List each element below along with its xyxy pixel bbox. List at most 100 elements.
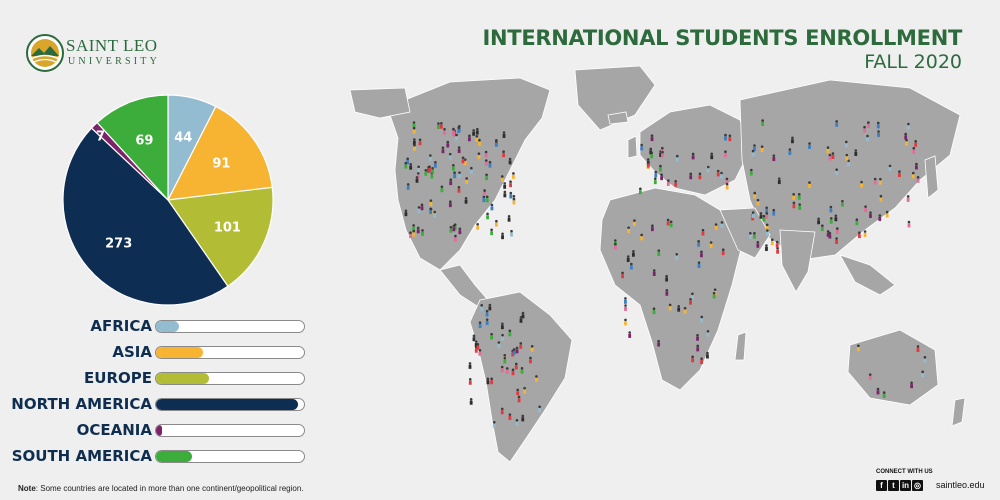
footnote-text: : Some countries are located in more tha… — [35, 484, 304, 493]
student-marker — [906, 122, 910, 130]
bar-track-north-america — [155, 398, 305, 411]
student-marker — [792, 201, 796, 209]
student-marker — [864, 205, 867, 213]
student-marker — [654, 170, 658, 178]
student-marker — [433, 161, 437, 168]
student-marker — [472, 334, 476, 342]
footnote-label: Note — [18, 484, 36, 493]
student-marker — [882, 391, 886, 398]
student-marker — [905, 138, 908, 146]
student-marker — [777, 177, 781, 185]
student-marker — [514, 362, 518, 370]
student-marker — [424, 169, 428, 176]
facebook-icon[interactable]: f — [876, 480, 887, 491]
student-marker — [868, 373, 872, 381]
student-marker — [417, 206, 421, 213]
student-marker — [416, 226, 420, 234]
student-marker — [492, 420, 496, 428]
student-marker — [515, 418, 519, 426]
student-marker — [458, 171, 461, 179]
student-marker — [483, 189, 487, 196]
student-marker — [448, 200, 452, 208]
student-marker — [762, 214, 766, 222]
student-marker — [613, 242, 617, 250]
instagram-icon[interactable]: ◎ — [912, 480, 923, 491]
student-marker — [841, 199, 844, 207]
student-marker — [500, 407, 504, 415]
student-marker — [668, 303, 672, 311]
student-marker — [748, 232, 752, 239]
student-marker — [538, 405, 542, 413]
student-marker — [509, 180, 512, 188]
student-marker — [502, 150, 505, 158]
bar-fill-north-america — [156, 399, 299, 410]
student-marker — [835, 227, 839, 234]
student-marker — [628, 331, 632, 338]
bar-label-south-america: SOUTH AMERICA — [11, 447, 152, 465]
student-marker — [724, 133, 727, 141]
bar-fill-africa — [156, 321, 179, 332]
student-marker — [879, 194, 883, 202]
student-marker — [469, 166, 473, 174]
student-marker — [490, 377, 494, 385]
student-marker — [477, 152, 481, 160]
student-marker — [467, 134, 471, 142]
student-marker — [453, 171, 456, 179]
student-marker — [428, 154, 432, 161]
student-marker — [906, 195, 910, 202]
student-marker — [441, 146, 445, 154]
student-marker — [413, 143, 416, 151]
student-marker — [915, 162, 918, 170]
student-marker — [488, 303, 492, 311]
student-marker — [798, 203, 802, 210]
student-marker — [829, 205, 833, 213]
continent-africa — [599, 187, 743, 391]
student-marker — [500, 365, 504, 373]
student-marker — [485, 309, 489, 317]
student-marker — [706, 165, 710, 173]
student-marker — [640, 143, 644, 151]
student-marker — [765, 223, 769, 231]
student-marker — [440, 185, 444, 193]
linkedin-icon[interactable]: in — [900, 480, 911, 491]
student-marker — [486, 212, 489, 220]
student-marker — [457, 185, 461, 193]
student-marker — [665, 289, 669, 296]
student-marker — [714, 223, 718, 230]
student-marker — [482, 195, 486, 203]
student-marker — [409, 231, 412, 239]
student-marker — [486, 377, 490, 385]
student-marker — [700, 357, 704, 365]
website-link[interactable]: saintleo.edu — [936, 480, 985, 490]
student-marker — [835, 237, 838, 244]
student-marker — [716, 169, 720, 177]
student-marker — [448, 152, 452, 160]
continent-new-zealand — [951, 397, 966, 427]
student-marker — [429, 199, 433, 207]
student-marker — [507, 215, 511, 222]
student-marker — [508, 157, 512, 165]
student-marker — [709, 241, 713, 248]
student-marker — [826, 230, 830, 237]
student-marker — [675, 253, 679, 260]
student-marker — [508, 413, 512, 421]
student-marker — [725, 182, 729, 190]
page-title: INTERNATIONAL STUDENTS ENROLLMENT — [482, 26, 963, 50]
bar-fill-oceania — [156, 425, 162, 436]
student-marker — [856, 344, 860, 352]
bar-row-south-america: SOUTH AMERICA — [0, 446, 310, 466]
student-marker — [455, 133, 458, 141]
student-marker — [412, 126, 416, 134]
student-marker — [523, 386, 527, 394]
bar-track-europe — [155, 372, 305, 385]
student-marker — [505, 367, 509, 374]
student-marker — [501, 232, 504, 240]
student-marker — [696, 344, 700, 352]
twitter-icon[interactable]: t — [888, 480, 899, 491]
bar-fill-asia — [156, 347, 204, 358]
student-marker — [494, 140, 498, 147]
student-marker — [433, 210, 437, 218]
student-marker — [788, 148, 792, 155]
student-marker — [916, 176, 920, 183]
pie-label-asia: 91 — [212, 157, 230, 172]
